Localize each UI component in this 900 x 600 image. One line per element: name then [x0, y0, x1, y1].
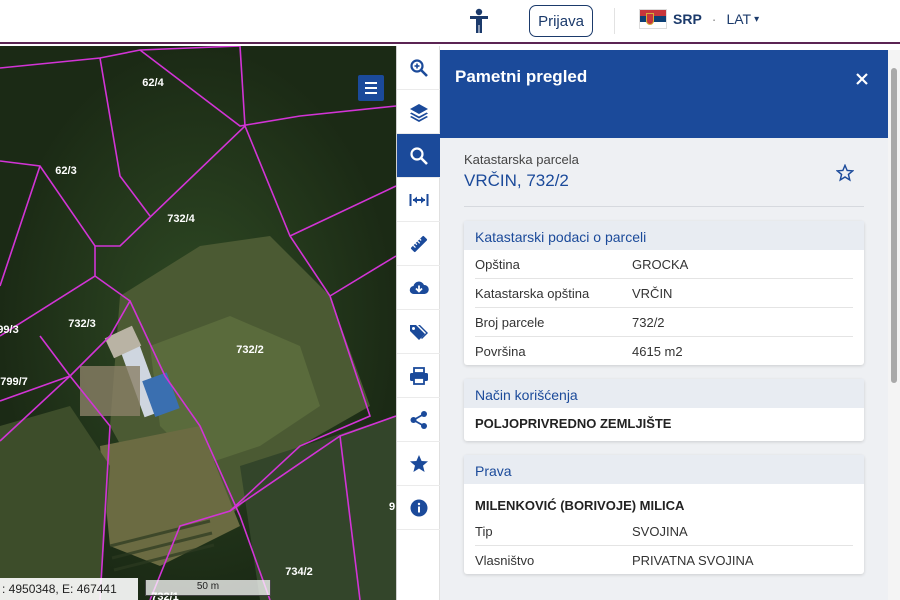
divider [464, 206, 864, 207]
hamburger-icon[interactable] [358, 75, 384, 101]
scale-bar: 50 m [145, 580, 271, 596]
language-selector[interactable]: SRP · LAT ▾ [639, 9, 759, 29]
tag-icon[interactable] [397, 310, 440, 354]
parcel-type: Katastarska parcela [464, 152, 579, 167]
row-value: PRIVATNA SVOJINA [632, 553, 754, 568]
ruler-icon[interactable] [397, 222, 440, 266]
top-header: Prijava SRP · LAT ▾ [0, 0, 900, 44]
cloud-download-icon[interactable] [397, 266, 440, 310]
row-key: Broj parcele [475, 315, 545, 330]
tool-rail [396, 46, 440, 600]
table-row: Površina 4615 m2 [475, 337, 853, 365]
row-key: Tip [475, 524, 493, 539]
zoom-icon[interactable] [397, 46, 440, 90]
satellite-map: 62/4 62/3 732/4 732/3 732/2 99/3 799/7 7… [0, 46, 396, 600]
header-divider [614, 8, 615, 34]
map-parcel-label: 732/4 [167, 213, 195, 225]
close-icon[interactable] [854, 71, 870, 87]
distance-icon[interactable] [397, 178, 440, 222]
map-parcel-label: 99/3 [0, 324, 19, 336]
scrollbar-thumb[interactable] [891, 68, 897, 383]
login-button[interactable]: Prijava [529, 5, 593, 37]
usage-value: POLJOPRIVREDNO ZEMLJIŠTE [475, 416, 672, 431]
row-key: Opština [475, 257, 520, 272]
search-icon[interactable] [397, 134, 440, 178]
map-parcel-label: 62/3 [55, 165, 76, 177]
row-value: 732/2 [632, 315, 665, 330]
language-code: SRP [673, 11, 702, 27]
panel-title: Pametni pregled [455, 67, 588, 86]
coordinates-readout: : 4950348, E: 467441 [0, 578, 138, 600]
map-parcel-label: 799/7 [0, 376, 28, 388]
card-heading: Način korišćenja [464, 379, 864, 408]
map-parcel-label: 734/2 [285, 566, 313, 578]
row-key: Vlasništvo [475, 553, 535, 568]
table-row: Vlasništvo PRIVATNA SVOJINA [475, 546, 853, 574]
map-parcel-label: 732/3 [68, 318, 96, 330]
accessibility-person-icon[interactable] [466, 7, 492, 35]
smart-view-panel: Pametni pregled Katastarska parcela VRČI… [440, 50, 888, 600]
parcel-name: VRČIN, 732/2 [464, 171, 569, 190]
share-icon[interactable] [397, 398, 440, 442]
usage-card: Način korišćenja POLJOPRIVREDNO ZEMLJIŠT… [464, 379, 864, 441]
row-key: Katastarska opština [475, 286, 590, 301]
card-heading: Katastarski podaci o parceli [464, 221, 864, 250]
parcel-summary: Katastarska parcela VRČIN, 732/2 [440, 138, 888, 206]
row-value: 4615 m2 [632, 344, 683, 359]
rights-card: Prava MILENKOVIĆ (BORIVOJE) MILICA Tip S… [464, 455, 864, 574]
serbia-flag-icon [639, 9, 667, 29]
cadastral-card: Katastarski podaci o parceli Opština GRO… [464, 221, 864, 365]
panel-header: Pametni pregled [440, 50, 888, 138]
language-separator: · [711, 11, 717, 27]
table-row: Broj parcele 732/2 [475, 308, 853, 337]
panel-scrollbar[interactable] [888, 50, 900, 600]
table-row: Katastarska opština VRČIN [475, 279, 853, 308]
chevron-down-icon: ▾ [754, 13, 760, 25]
owner-name: MILENKOVIĆ (BORIVOJE) MILICA [475, 498, 685, 513]
table-row: Tip SVOJINA [475, 517, 853, 546]
row-value: VRČIN [632, 286, 673, 301]
favorite-star-icon[interactable] [835, 163, 855, 182]
row-key: Površina [475, 344, 526, 359]
table-row: Opština GROCKA [475, 250, 853, 279]
map-view[interactable]: 62/4 62/3 732/4 732/3 732/2 99/3 799/7 7… [0, 46, 396, 600]
map-parcel-label: 62/4 [142, 77, 164, 89]
star-icon[interactable] [397, 442, 440, 486]
row-value: SVOJINA [632, 524, 688, 539]
map-parcel-label: 732/2 [236, 344, 264, 356]
print-icon[interactable] [397, 354, 440, 398]
card-heading: Prava [464, 455, 864, 484]
layers-icon[interactable] [397, 90, 440, 134]
map-parcel-label: 9 [389, 501, 395, 513]
script-code: LAT [726, 11, 752, 27]
row-value: GROCKA [632, 257, 689, 272]
info-icon[interactable] [397, 486, 440, 530]
